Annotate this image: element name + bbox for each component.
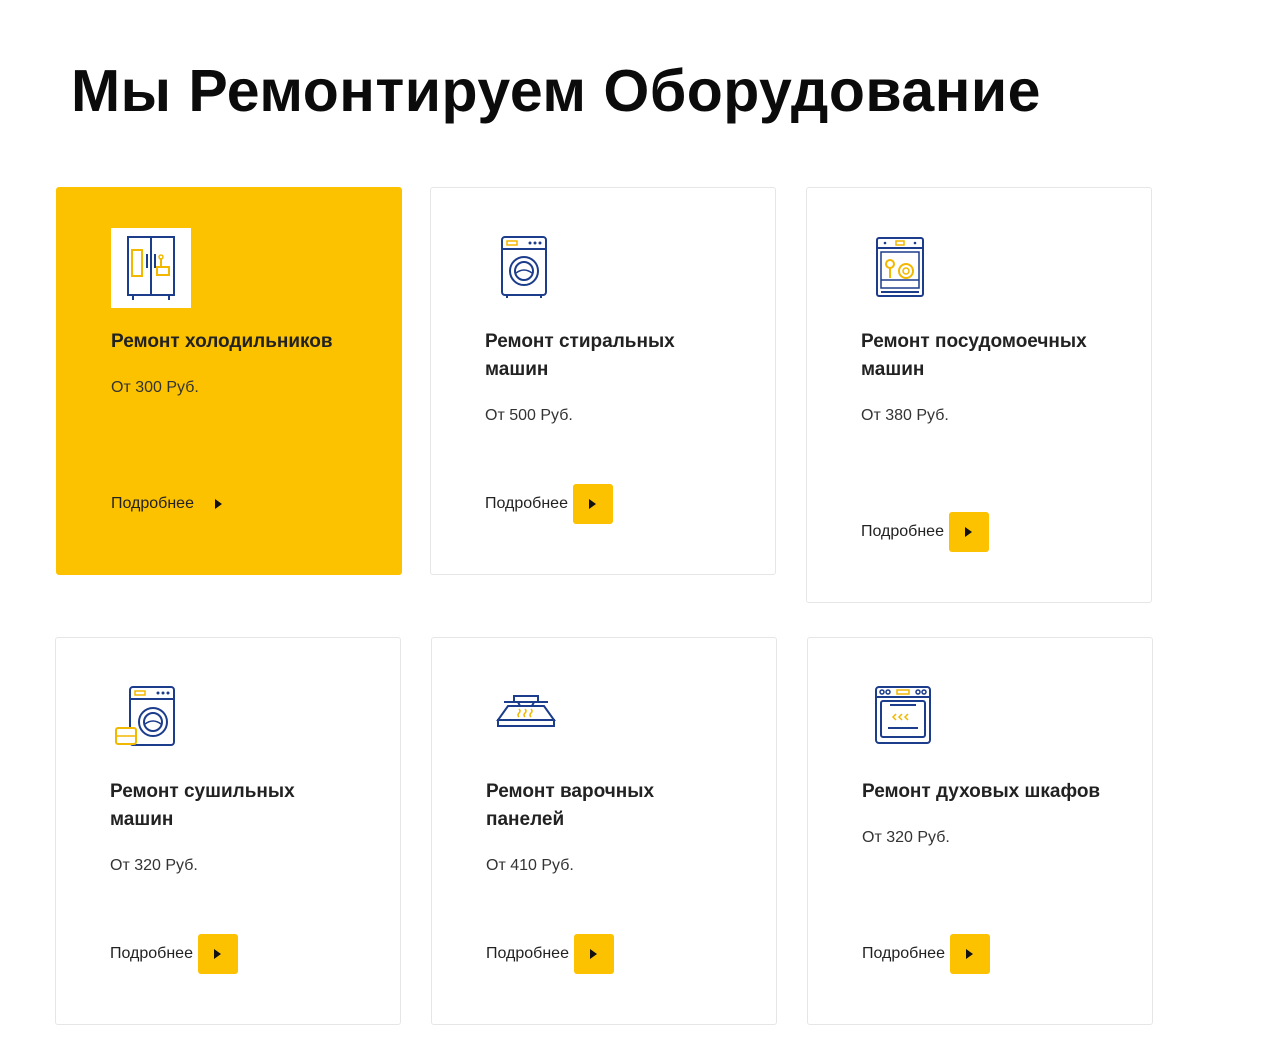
play-arrow-icon [214,949,222,959]
more-link[interactable]: Подробнее [485,484,613,524]
washing-machine-icon [501,236,547,298]
card-title: Ремонт посудомоечных машин [861,331,1087,380]
more-link[interactable]: Подробнее [862,934,990,974]
more-arrow-button[interactable] [572,484,613,524]
card-price: От 500 Руб. [485,407,573,424]
play-arrow-icon [589,499,597,509]
card-price: От 320 Руб. [862,829,950,846]
more-arrow-button[interactable] [199,484,239,524]
more-label: Подробнее [861,523,944,540]
service-card-washing-machine[interactable]: Ремонт стиральных машин От 500 Руб. Подр… [430,187,776,575]
card-title: Ремонт сушильных машин [110,781,295,830]
service-card-oven[interactable]: Ремонт духовых шкафов От 320 Руб. Подроб… [807,637,1153,1025]
more-label: Подробнее [486,945,569,962]
play-arrow-icon [215,499,223,509]
play-arrow-icon [965,527,973,537]
fridge-icon [111,228,191,308]
service-card-cooktop[interactable]: Ремонт варочных панелей От 410 Руб. Подр… [431,637,777,1025]
service-card-dishwasher[interactable]: Ремонт посудомоечных машин От 380 Руб. П… [806,187,1152,603]
more-label: Подробнее [111,495,194,512]
more-arrow-button[interactable] [197,934,238,974]
card-price: От 320 Руб. [110,857,198,874]
service-card-fridge[interactable]: Ремонт холодильников От 300 Руб. Подробн… [56,187,402,575]
card-price: От 300 Руб. [111,379,199,396]
card-title: Ремонт варочных панелей [486,781,655,830]
page-title: Мы Ремонтируем Оборудование [71,58,1041,124]
more-link[interactable]: Подробнее [110,934,238,974]
service-card-dryer[interactable]: Ремонт сушильных машин От 320 Руб. Подро… [55,637,401,1025]
more-label: Подробнее [485,495,568,512]
more-arrow-button[interactable] [573,934,614,974]
more-link[interactable]: Подробнее [111,484,239,524]
more-arrow-button[interactable] [948,512,989,552]
card-price: От 380 Руб. [861,407,949,424]
card-title: Ремонт духовых шкафов [862,781,1101,802]
dishwasher-icon [876,237,924,297]
dryer-icon [115,686,175,746]
more-label: Подробнее [862,945,945,962]
card-price: От 410 Руб. [486,857,574,874]
play-arrow-icon [590,949,598,959]
play-arrow-icon [966,949,974,959]
more-arrow-button[interactable] [949,934,990,974]
card-title: Ремонт холодильников [111,331,333,352]
oven-icon [875,686,931,744]
more-link[interactable]: Подробнее [486,934,614,974]
cooktop-hood-icon [496,695,556,727]
card-title: Ремонт стиральных машин [485,331,675,380]
more-link[interactable]: Подробнее [861,512,989,552]
more-label: Подробнее [110,945,193,962]
